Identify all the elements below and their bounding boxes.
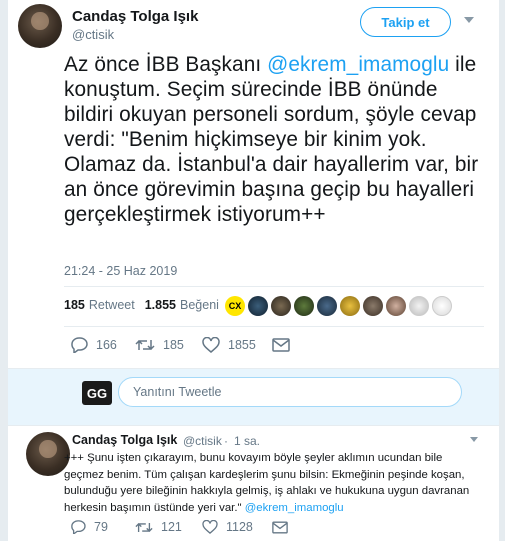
like-button[interactable]: 1128 [202, 520, 272, 534]
liker-avatar[interactable] [409, 296, 429, 316]
liker-avatar[interactable] [248, 296, 268, 316]
liker-badge-text: CX [228, 301, 242, 311]
heart-icon [202, 337, 220, 353]
tweet-timestamp[interactable]: 21:24 - 25 Haz 2019 [64, 264, 177, 278]
reply-input[interactable]: Yanıtını Tweetle [118, 377, 462, 407]
reply-tweet-actions: 79 121 1128 [70, 520, 288, 534]
reply-text: +++ Şunu işten çıkarayım, bunu kovayım b… [64, 450, 482, 516]
retweet-count: 185 [163, 338, 184, 352]
author-avatar[interactable] [18, 4, 62, 48]
retweet-button[interactable]: 185 [135, 338, 202, 352]
page-left-margin [0, 0, 8, 541]
reply-timestamp[interactable]: 1 sa. [234, 434, 260, 448]
liker-avatar[interactable] [386, 296, 406, 316]
liker-avatar[interactable] [317, 296, 337, 316]
follow-button[interactable]: Takip et [360, 7, 451, 37]
reply-separator: · [224, 434, 228, 448]
chevron-down-icon[interactable] [470, 437, 478, 442]
divider [64, 286, 484, 287]
liker-avatar-cx[interactable]: CX [225, 296, 245, 316]
author-handle[interactable]: @ctisik [72, 27, 114, 42]
like-count[interactable]: 1.855 [145, 298, 176, 312]
mention-link[interactable]: @ekrem_imamoglu [267, 53, 449, 76]
liker-avatar[interactable] [340, 296, 360, 316]
reply-count: 79 [94, 520, 108, 534]
like-count-action: 1855 [228, 338, 256, 352]
tweet-text-rest: ile konuştum. Seçim sürecinde İBB önünde… [64, 53, 479, 226]
retweet-icon [135, 522, 153, 532]
reply-icon [71, 520, 86, 534]
direct-message-button[interactable] [272, 521, 288, 534]
page-right-margin [499, 0, 505, 541]
tweet-actions: 166 185 1855 [70, 337, 290, 353]
tweet-text-start: Az önce İBB Başkanı [64, 53, 268, 76]
reply-icon [71, 337, 88, 353]
retweet-count[interactable]: 185 [64, 298, 85, 312]
liker-avatar[interactable] [363, 296, 383, 316]
direct-message-button[interactable] [272, 338, 290, 352]
divider [64, 326, 484, 327]
retweet-count: 121 [161, 520, 182, 534]
liker-avatars: CX [225, 296, 452, 316]
retweet-button[interactable]: 121 [135, 520, 202, 534]
author-name[interactable]: Candaş Tolga Işık [72, 8, 198, 25]
envelope-icon [272, 338, 290, 352]
liker-avatar[interactable] [432, 296, 452, 316]
reply-button[interactable]: 79 [70, 520, 135, 534]
tweet-text: Az önce İBB Başkanı @ekrem_imamoglu ile … [64, 52, 484, 227]
current-user-avatar[interactable]: GG [82, 381, 112, 405]
heart-icon [202, 520, 218, 534]
envelope-icon [272, 521, 288, 533]
liker-avatar[interactable] [294, 296, 314, 316]
retweet-label[interactable]: Retweet [89, 298, 135, 312]
reply-author-name[interactable]: Candaş Tolga Işık [72, 433, 177, 447]
engagement-stats: 185 Retweet 1.855 Beğeni [64, 298, 219, 312]
like-count: 1128 [226, 520, 253, 534]
like-button[interactable]: 1855 [202, 337, 272, 353]
liker-avatar[interactable] [271, 296, 291, 316]
reply-button[interactable]: 166 [70, 337, 135, 353]
reply-count: 166 [96, 338, 117, 352]
reply-mention-link[interactable]: @ekrem_imamoglu [245, 502, 344, 514]
reply-author-handle[interactable]: @ctisik [183, 434, 222, 448]
chevron-down-icon[interactable] [464, 17, 474, 23]
retweet-icon [135, 339, 155, 351]
current-user-avatar-text: GG [86, 385, 108, 401]
like-label[interactable]: Beğeni [180, 298, 219, 312]
